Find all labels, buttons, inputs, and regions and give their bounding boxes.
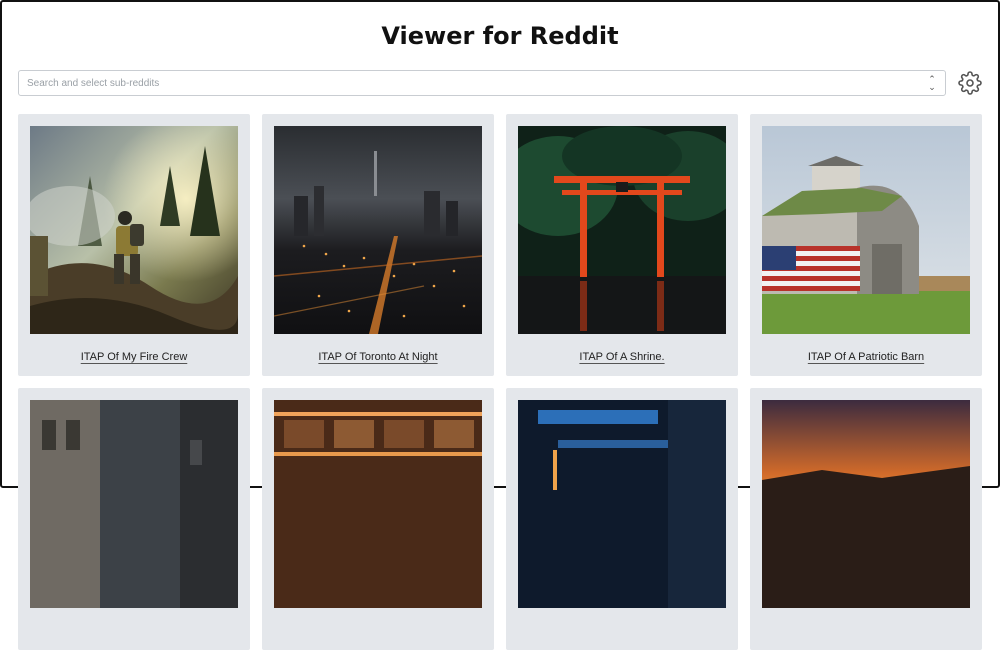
post-image-toronto-night[interactable] <box>274 126 482 334</box>
post-card[interactable]: ITAP Of A Patriotic Barn <box>750 114 982 376</box>
post-card[interactable]: ITAP Of Toronto At Night <box>262 114 494 376</box>
post-title[interactable]: ITAP Of My Fire Crew <box>81 351 188 363</box>
post-image-fire-crew[interactable] <box>30 126 238 334</box>
search-input[interactable] <box>27 75 907 91</box>
post-image-station[interactable] <box>518 400 726 608</box>
subreddit-search-select[interactable]: ⌃⌄ <box>18 70 946 96</box>
chevron-updown-icon[interactable]: ⌃ ⌄ <box>927 75 937 92</box>
post-title[interactable]: ITAP Of A Shrine. <box>579 351 664 363</box>
post-card[interactable] <box>506 388 738 650</box>
post-image-sunset[interactable] <box>762 400 970 608</box>
post-image-barn[interactable] <box>762 126 970 334</box>
post-card[interactable]: ITAP Of A Shrine. <box>506 114 738 376</box>
post-title[interactable]: ITAP Of A Patriotic Barn <box>808 351 924 363</box>
post-title[interactable]: ITAP Of Toronto At Night <box>318 351 437 363</box>
post-card[interactable] <box>750 388 982 650</box>
post-image-street[interactable] <box>30 400 238 608</box>
post-card[interactable]: ITAP Of My Fire Crew <box>18 114 250 376</box>
post-image-shrine[interactable] <box>518 126 726 334</box>
post-image-interior[interactable] <box>274 400 482 608</box>
post-card[interactable] <box>18 388 250 650</box>
post-card[interactable] <box>262 388 494 650</box>
gear-icon[interactable] <box>958 71 982 95</box>
page-title: Viewer for Reddit <box>381 22 619 50</box>
